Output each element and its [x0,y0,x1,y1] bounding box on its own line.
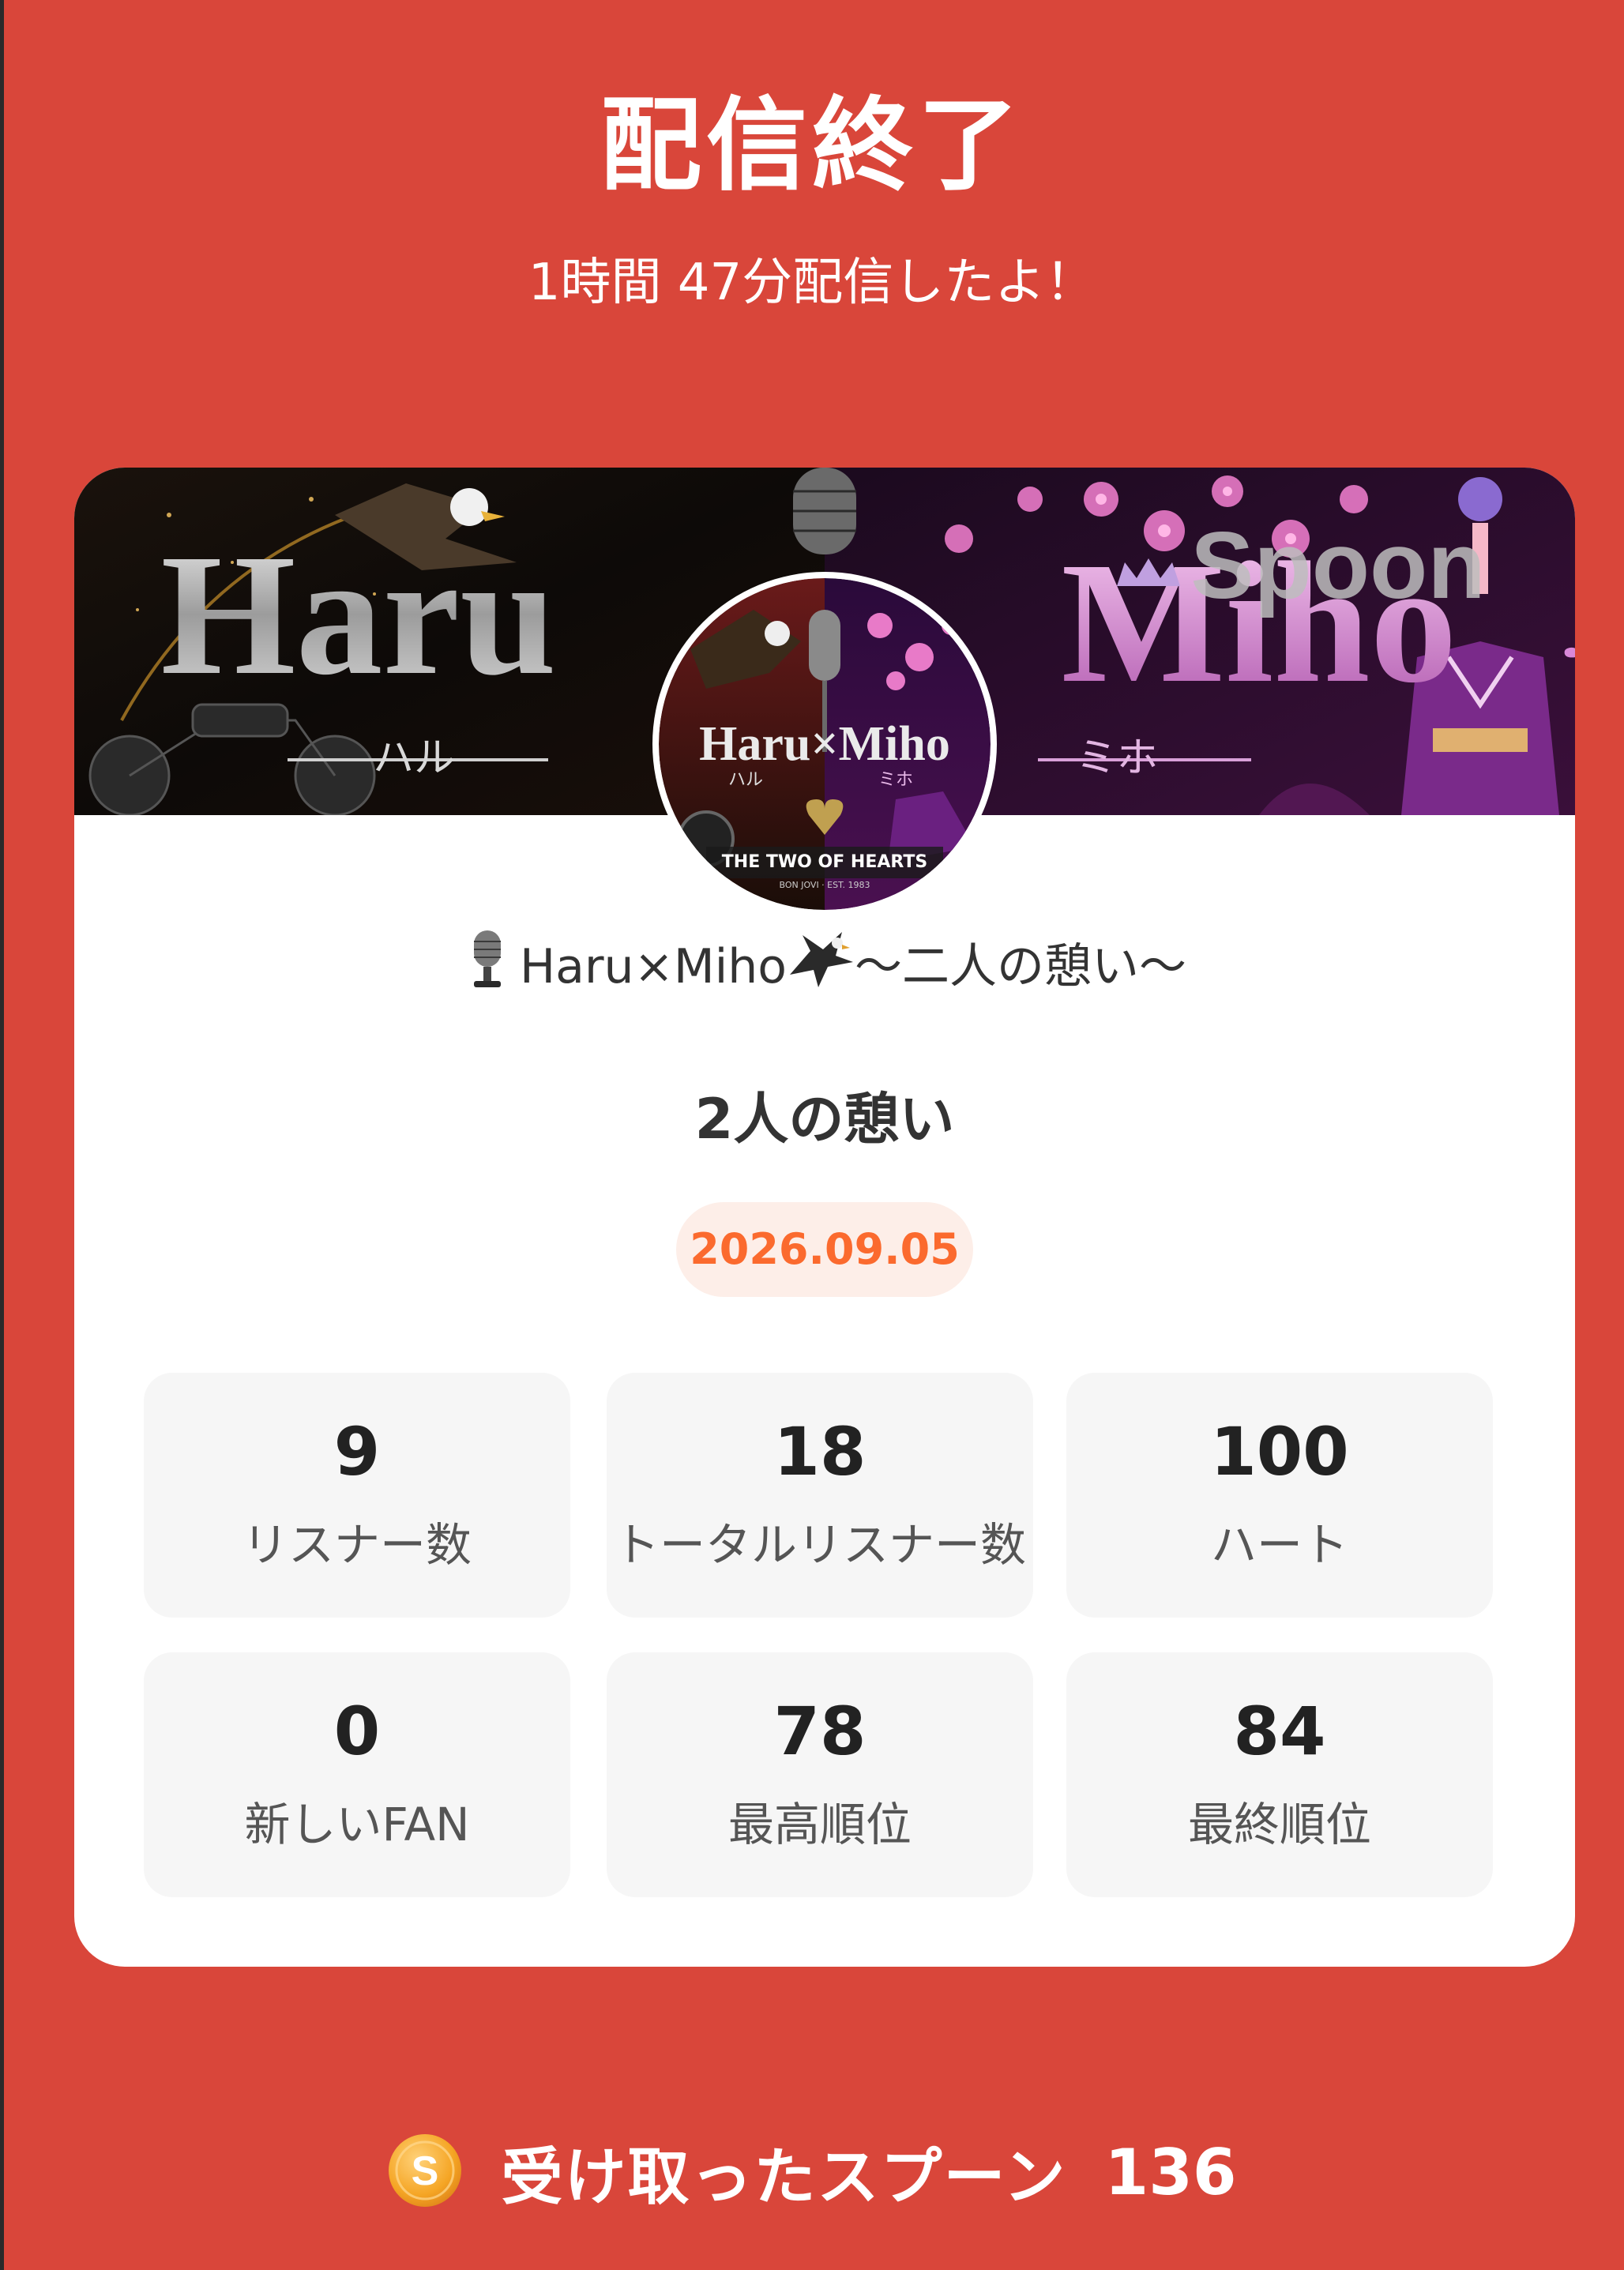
stat-value: 84 [1233,1693,1326,1770]
svg-text:Haru: Haru [160,518,556,711]
stat-label: 新しいFAN [244,1798,470,1851]
stat-final-rank: 84 最終順位 [1066,1652,1493,1897]
stat-label: 最高順位 [727,1798,912,1851]
received-spoons-label: 受け取ったスプーン [501,2142,1067,2213]
stat-highest-rank: 78 最高順位 [607,1652,1033,1897]
channel-name: Haru×Miho ～二人の憩い～ [74,930,1575,998]
stat-hearts: 100 ハート [1066,1373,1493,1618]
live-title: 2人の憩い [694,1087,955,1152]
microphone-icon [463,927,512,1006]
stat-label: ハート [1210,1518,1348,1572]
eagle-icon [787,927,855,1006]
svg-text:ミホ: ミホ [1076,735,1158,782]
channel-avatar[interactable]: Haru×Miho ハル ミホ THE TWO OF HEARTS BON JO… [652,572,997,916]
received-spoons: S 受け取ったスプーン 136 [0,2125,1624,2219]
spoon-coin-icon: S [387,2133,463,2212]
stat-value: 100 [1210,1413,1349,1490]
channel-name-suffix: ～二人の憩い～ [855,939,1187,994]
stat-total-listeners: 18 トータルリスナー数 [607,1373,1033,1618]
stat-listeners: 9 リスナー数 [144,1373,570,1618]
stat-value: 78 [773,1693,867,1770]
stat-value: 9 [333,1413,381,1490]
received-spoons-value: 136 [1104,2135,1237,2209]
stat-label: 最終順位 [1187,1798,1371,1851]
svg-text:BON JOVI · EST. 1983: BON JOVI · EST. 1983 [779,880,870,890]
screen-edge [0,0,4,2270]
broadcast-date: 2026.09.05 [676,1202,973,1297]
stat-label: トータルリスナー数 [613,1518,1026,1572]
stat-value: 0 [333,1693,381,1770]
broadcast-duration: 1時間 47分配信したよ！ [528,254,1096,312]
page-title: 配信終了 [600,87,1024,205]
stat-new-fans: 0 新しいFAN [144,1652,570,1897]
channel-name-text: Haru×Miho [519,939,788,994]
svg-text:Spoon: Spoon [1190,513,1485,618]
svg-text:THE TWO OF HEARTS: THE TWO OF HEARTS [722,852,927,872]
broadcast-summary-card: Haru Miho ハル ミホ Spoon ♪ [74,468,1575,1967]
svg-text:♪: ♪ [1559,599,1575,672]
svg-text:ハル: ハル [728,770,763,790]
stat-label: リスナー数 [242,1518,472,1572]
svg-text:ミホ: ミホ [878,770,913,790]
stat-value: 18 [773,1413,867,1490]
svg-text:S: S [412,2148,439,2194]
svg-text:ハル: ハル [373,735,455,782]
avatar-title: Haru×Miho [699,717,950,771]
